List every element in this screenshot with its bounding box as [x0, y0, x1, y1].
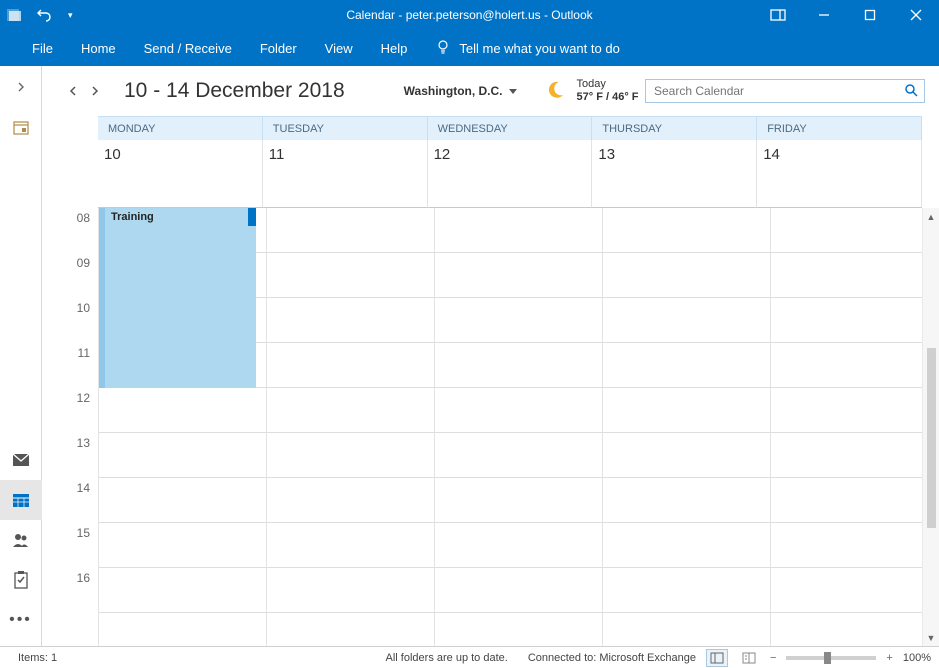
view-reading-button[interactable]	[738, 649, 760, 667]
hour-08: 08	[54, 208, 98, 253]
location-label: Washington, D.C.	[404, 84, 503, 98]
day-header-wednesday[interactable]: WEDNESDAY	[428, 116, 593, 140]
weather-location[interactable]: Washington, D.C.	[404, 84, 517, 98]
time-gutter: 08 09 10 11 12 13 14 15 16	[54, 208, 98, 646]
event-title: Training	[111, 211, 154, 223]
hour-13: 13	[54, 433, 98, 478]
hour-16: 16	[54, 568, 98, 613]
zoom-slider[interactable]	[786, 656, 876, 660]
moon-icon	[545, 79, 567, 104]
date-cell-thursday[interactable]: 13	[592, 140, 757, 208]
day-column-thursday[interactable]	[603, 208, 771, 646]
status-connection: Connected to: Microsoft Exchange	[518, 652, 706, 664]
calendar-header: 10 - 14 December 2018 Washington, D.C. T…	[42, 66, 939, 116]
calendar-main: 10 - 14 December 2018 Washington, D.C. T…	[42, 66, 939, 646]
date-range-label: 10 - 14 December 2018	[124, 79, 345, 103]
hour-09: 09	[54, 253, 98, 298]
calendar-folder-icon[interactable]	[0, 116, 42, 138]
status-items: Items: 1	[8, 652, 67, 664]
close-button[interactable]	[893, 0, 939, 30]
tab-file[interactable]: File	[18, 30, 67, 66]
date-cell-wednesday[interactable]: 12	[428, 140, 593, 208]
event-training[interactable]: Training	[99, 208, 256, 388]
hour-11: 11	[54, 343, 98, 388]
event-resize-handle[interactable]	[248, 208, 256, 226]
weather-today-label: Today	[577, 78, 639, 91]
nav-people[interactable]	[0, 520, 42, 560]
hour-15: 15	[54, 523, 98, 568]
prev-week-button[interactable]	[64, 79, 82, 103]
scroll-down-icon[interactable]: ▼	[923, 629, 939, 646]
hour-12: 12	[54, 388, 98, 433]
day-column-wednesday[interactable]	[435, 208, 603, 646]
search-calendar[interactable]	[645, 79, 925, 103]
tab-view[interactable]: View	[311, 30, 367, 66]
app-icon	[6, 6, 24, 24]
scroll-up-icon[interactable]: ▲	[923, 208, 939, 225]
zoom-out-button[interactable]: −	[770, 652, 776, 664]
day-header-monday[interactable]: MONDAY	[98, 116, 263, 140]
status-bar: Items: 1 All folders are up to date. Con…	[0, 646, 939, 668]
search-input[interactable]	[654, 84, 904, 98]
day-column-tuesday[interactable]	[267, 208, 435, 646]
date-cell-tuesday[interactable]: 11	[263, 140, 428, 208]
nav-more[interactable]: •••	[0, 600, 42, 640]
calendar-grid: MONDAY TUESDAY WEDNESDAY THURSDAY FRIDAY…	[42, 116, 939, 646]
weather-temp: 57° F / 46° F	[577, 91, 639, 103]
next-week-button[interactable]	[86, 79, 104, 103]
vertical-scrollbar[interactable]: ▲ ▼	[922, 208, 939, 646]
status-folders: All folders are up to date.	[376, 652, 518, 664]
tab-home[interactable]: Home	[67, 30, 130, 66]
nav-mail[interactable]	[0, 440, 42, 480]
maximize-button[interactable]	[847, 0, 893, 30]
qat-customize-icon[interactable]: ▾	[64, 10, 77, 21]
date-cell-friday[interactable]: 14	[757, 140, 922, 208]
weather-widget[interactable]: Today 57° F / 46° F	[545, 78, 639, 104]
view-normal-button[interactable]	[706, 649, 728, 667]
hour-14: 14	[54, 478, 98, 523]
ribbon-display-options[interactable]	[755, 0, 801, 30]
date-cell-monday[interactable]: 10	[98, 140, 263, 208]
zoom-in-button[interactable]: +	[886, 652, 892, 664]
nav-calendar[interactable]	[0, 480, 42, 520]
ribbon: File Home Send / Receive Folder View Hel…	[0, 30, 939, 66]
tell-me-search[interactable]: Tell me what you want to do	[427, 39, 619, 58]
minimize-button[interactable]	[801, 0, 847, 30]
title-bar: ▾ Calendar - peter.peterson@holert.us - …	[0, 0, 939, 30]
day-header-friday[interactable]: FRIDAY	[757, 116, 922, 140]
undo-icon[interactable]	[32, 0, 56, 30]
zoom-thumb[interactable]	[824, 652, 831, 664]
tab-send-receive[interactable]: Send / Receive	[130, 30, 246, 66]
chevron-down-icon	[509, 89, 517, 94]
search-icon[interactable]	[904, 83, 918, 100]
hour-10: 10	[54, 298, 98, 343]
expand-folder-pane[interactable]	[0, 76, 42, 98]
tab-folder[interactable]: Folder	[246, 30, 311, 66]
zoom-level[interactable]: 100%	[903, 652, 931, 664]
day-column-monday[interactable]: Training	[98, 208, 267, 646]
scroll-thumb[interactable]	[927, 348, 936, 528]
lightbulb-icon	[435, 39, 451, 58]
day-header-tuesday[interactable]: TUESDAY	[263, 116, 428, 140]
tab-help[interactable]: Help	[367, 30, 422, 66]
nav-tasks[interactable]	[0, 560, 42, 600]
tell-me-label: Tell me what you want to do	[459, 41, 619, 56]
day-column-friday[interactable]	[771, 208, 939, 646]
navigation-rail: •••	[0, 66, 42, 646]
day-header-thursday[interactable]: THURSDAY	[592, 116, 757, 140]
